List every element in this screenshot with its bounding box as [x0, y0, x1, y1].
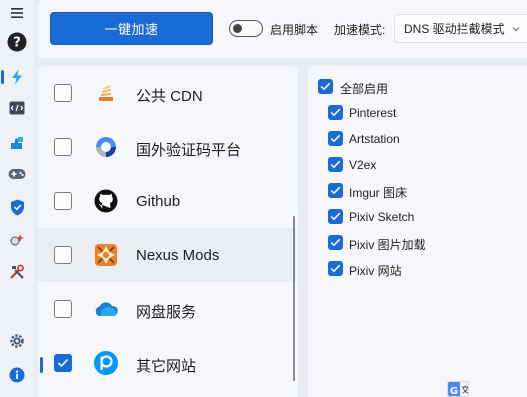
service-list: 公共 CDN 国外验证码平台 Github Nexus Mods 网盘服务 其它…	[38, 66, 298, 397]
check-icon	[330, 264, 341, 273]
puzzle-icon[interactable]	[0, 130, 34, 156]
check-icon	[330, 160, 341, 169]
sub-list-item[interactable]: Artstation	[328, 129, 478, 149]
shield-icon[interactable]	[0, 194, 34, 220]
service-checkbox[interactable]	[54, 300, 72, 318]
script-toggle[interactable]	[229, 20, 263, 37]
sub-service-label: Imgur 图床	[349, 186, 408, 200]
sub-list-item[interactable]: Pixiv Sketch	[328, 207, 478, 227]
sub-service-label: V2ex	[349, 158, 377, 172]
tools-icon[interactable]	[0, 259, 34, 285]
service-checkbox[interactable]	[54, 138, 72, 156]
help-icon[interactable]: ?	[0, 29, 34, 55]
spark-icon[interactable]	[0, 227, 34, 253]
sub-service-label: Pixiv 图片加载	[349, 238, 426, 252]
sub-list-item[interactable]: Pixiv 图片加载	[328, 233, 478, 253]
toggle-knob	[233, 23, 242, 33]
service-checkbox[interactable]	[54, 246, 72, 264]
svg-text:?: ?	[13, 36, 21, 51]
select-all-item[interactable]: 全部启用	[318, 77, 468, 97]
service-checkbox[interactable]	[54, 354, 72, 372]
lightning-icon[interactable]	[0, 64, 34, 90]
service-label: Github	[136, 193, 181, 210]
list-item[interactable]: 国外验证码平台	[38, 120, 296, 174]
check-icon	[57, 358, 69, 368]
sub-service-checkbox[interactable]	[328, 157, 343, 172]
svg-text:G: G	[450, 386, 458, 397]
github-icon	[93, 188, 119, 214]
service-label: 公共 CDN	[136, 88, 203, 105]
select-all-checkbox[interactable]	[318, 79, 333, 94]
check-icon	[320, 82, 331, 91]
sub-list-item[interactable]: Pixiv 网站	[328, 259, 478, 279]
sub-service-checkbox[interactable]	[328, 209, 343, 224]
stack-icon	[93, 80, 119, 106]
sub-service-list: 全部启用 Pinterest Artstation V2ex Imgur 图床 …	[308, 66, 527, 397]
sub-list-item[interactable]: Imgur 图床	[328, 181, 478, 201]
info-icon[interactable]	[0, 362, 34, 388]
service-label: 网盘服务	[136, 304, 197, 321]
sub-service-label: Pixiv Sketch	[349, 210, 415, 224]
service-label: Nexus Mods	[136, 247, 220, 264]
pixiv-icon	[93, 350, 119, 376]
menu-icon[interactable]	[0, 0, 34, 26]
sub-service-label: Pinterest	[349, 106, 397, 120]
accel-mode-select[interactable]: DNS 驱动拦截模式	[394, 14, 527, 43]
nexus-mods-icon	[93, 242, 119, 268]
list-item[interactable]: Github	[38, 174, 296, 228]
sub-service-checkbox[interactable]	[328, 131, 343, 146]
settings-icon[interactable]	[0, 328, 34, 354]
sub-service-checkbox[interactable]	[328, 261, 343, 276]
sub-list-item[interactable]: Pinterest	[328, 103, 478, 123]
sub-service-label: Artstation	[349, 132, 400, 146]
sub-service-checkbox[interactable]	[328, 183, 343, 198]
chevron-down-icon	[512, 27, 520, 32]
check-icon	[330, 212, 341, 221]
service-checkbox[interactable]	[54, 192, 72, 210]
script-toggle-label: 启用脚本	[270, 23, 319, 37]
top-toolbar: 一键加速 启用脚本 加速模式: DNS 驱动拦截模式	[38, 0, 527, 58]
translate-icon[interactable]: G	[447, 381, 469, 397]
accelerate-button[interactable]: 一键加速	[50, 12, 213, 45]
list-item[interactable]: 其它网站	[38, 336, 296, 390]
code-icon[interactable]	[0, 95, 34, 121]
check-icon	[330, 186, 341, 195]
service-checkbox[interactable]	[54, 84, 72, 102]
selected-row-indicator	[40, 357, 43, 373]
list-item[interactable]: 公共 CDN	[38, 66, 296, 120]
gamepad-icon[interactable]	[0, 161, 34, 187]
select-all-label: 全部启用	[340, 82, 389, 96]
check-icon	[330, 238, 341, 247]
check-icon	[330, 134, 341, 143]
service-label: 国外验证码平台	[136, 142, 242, 159]
accel-mode-value: DNS 驱动拦截模式	[404, 22, 505, 36]
check-icon	[330, 108, 341, 117]
sub-service-checkbox[interactable]	[328, 105, 343, 120]
navigation-rail: ?	[0, 0, 34, 397]
accel-mode-label: 加速模式:	[334, 23, 386, 37]
onedrive-cloud-icon	[93, 296, 119, 322]
sub-list-item[interactable]: V2ex	[328, 155, 478, 175]
sub-service-label: Pixiv 网站	[349, 264, 402, 278]
list-item[interactable]: Nexus Mods	[38, 228, 296, 282]
list-scrollbar[interactable]	[293, 216, 295, 381]
sub-service-checkbox[interactable]	[328, 235, 343, 250]
service-label: 其它网站	[136, 358, 197, 375]
list-item[interactable]: 网盘服务	[38, 282, 296, 336]
recaptcha-icon	[93, 134, 119, 160]
